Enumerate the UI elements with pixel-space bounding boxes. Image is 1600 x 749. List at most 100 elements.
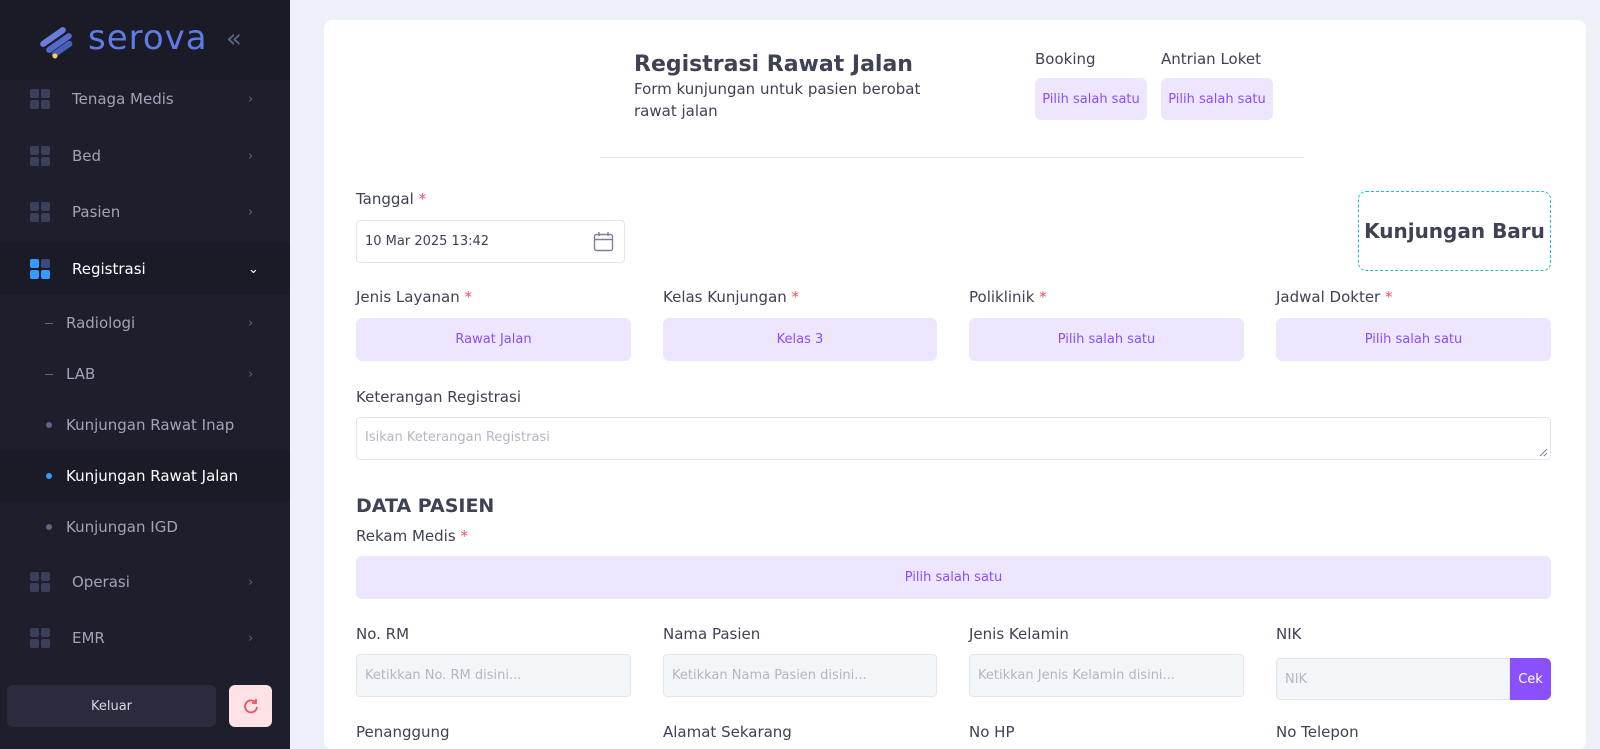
booking-select[interactable]: Pilih salah satu bbox=[1035, 78, 1147, 120]
tanggal-label-text: Tanggal bbox=[356, 190, 414, 208]
rekam-medis-select[interactable]: Pilih salah satu bbox=[356, 556, 1551, 599]
kelas-kunjungan-label-text: Kelas Kunjungan bbox=[663, 288, 787, 306]
sidebar-subitem-kunjungan-igd[interactable]: Kunjungan IGD bbox=[0, 502, 290, 552]
required-mark: * bbox=[460, 527, 468, 545]
nama-pasien-label: Nama Pasien bbox=[663, 625, 761, 643]
sidebar: serova « Tenaga Medis › Bed › Pasien › R… bbox=[0, 0, 290, 749]
grid-icon bbox=[30, 258, 51, 280]
no-telepon-label: No Telepon bbox=[1276, 723, 1359, 741]
grid-icon bbox=[30, 145, 51, 167]
chevron-right-icon: › bbox=[248, 315, 254, 331]
required-mark: * bbox=[464, 288, 473, 306]
poliklinik-select[interactable]: Pilih salah satu bbox=[969, 318, 1244, 361]
jenis-layanan-label: Jenis Layanan * bbox=[356, 288, 472, 306]
sidebar-item-emr[interactable]: EMR › bbox=[0, 612, 290, 664]
refresh-button[interactable] bbox=[229, 685, 272, 727]
sidebar-subitem-radiologi[interactable]: Radiologi › bbox=[0, 298, 290, 348]
antrian-loket-label: Antrian Loket bbox=[1161, 50, 1261, 68]
jadwal-dokter-label-text: Jadwal Dokter bbox=[1276, 288, 1381, 306]
grid-icon bbox=[30, 88, 51, 110]
logo-icon bbox=[40, 27, 73, 59]
kelas-kunjungan-label: Kelas Kunjungan * bbox=[663, 288, 799, 306]
required-mark: * bbox=[418, 190, 427, 208]
sidebar-item-label: Registrasi bbox=[72, 260, 146, 278]
required-mark: * bbox=[1039, 288, 1047, 306]
no-rm-input[interactable]: Ketikkan No. RM disini... bbox=[356, 654, 631, 697]
sidebar-subitem-label: Kunjungan IGD bbox=[66, 518, 178, 536]
sidebar-subitem-label: Radiologi bbox=[66, 314, 136, 332]
page-title: Registrasi Rawat Jalan bbox=[634, 52, 913, 77]
refresh-icon bbox=[243, 699, 258, 714]
jenis-layanan-select[interactable]: Rawat Jalan bbox=[356, 318, 631, 361]
grid-icon bbox=[30, 571, 51, 593]
keterangan-textarea[interactable]: Isikan Keterangan Registrasi bbox=[356, 417, 1551, 460]
antrian-loket-select[interactable]: Pilih salah satu bbox=[1161, 78, 1273, 120]
sidebar-subitem-lab[interactable]: LAB › bbox=[0, 349, 290, 399]
poliklinik-label-text: Poliklinik bbox=[969, 288, 1035, 306]
chevron-right-icon: › bbox=[248, 630, 254, 646]
logout-button[interactable]: Keluar bbox=[7, 685, 216, 727]
dash-icon bbox=[45, 322, 53, 324]
sidebar-subitem-kunjungan-rawat-jalan[interactable]: Kunjungan Rawat Jalan bbox=[0, 451, 290, 501]
sidebar-item-operasi[interactable]: Operasi › bbox=[0, 556, 290, 608]
grid-icon bbox=[30, 201, 51, 223]
chevron-right-icon: › bbox=[248, 574, 254, 590]
sidebar-collapse-button[interactable]: « bbox=[226, 24, 242, 54]
penanggung-label: Penanggung bbox=[356, 723, 450, 741]
bullet-icon bbox=[46, 473, 52, 479]
calendar-icon[interactable] bbox=[593, 231, 614, 252]
sidebar-item-bed[interactable]: Bed › bbox=[0, 130, 290, 182]
sidebar-item-label: Operasi bbox=[72, 573, 130, 591]
sidebar-subitem-label: Kunjungan Rawat Jalan bbox=[66, 467, 239, 485]
chevron-right-icon: › bbox=[248, 204, 254, 220]
chevron-right-icon: › bbox=[248, 366, 254, 382]
tanggal-label: Tanggal * bbox=[356, 190, 426, 208]
chevron-right-icon: › bbox=[248, 148, 254, 164]
kunjungan-status-badge: Kunjungan Baru bbox=[1358, 191, 1551, 271]
sidebar-item-pasien[interactable]: Pasien › bbox=[0, 186, 290, 238]
sidebar-item-label: Pasien bbox=[72, 203, 121, 221]
rekam-medis-label: Rekam Medis * bbox=[356, 527, 468, 545]
chevron-down-icon: ⌄ bbox=[248, 261, 259, 277]
header-divider bbox=[600, 157, 1304, 158]
bullet-icon bbox=[46, 524, 52, 530]
required-mark: * bbox=[791, 288, 800, 306]
no-hp-label: No HP bbox=[969, 723, 1015, 741]
sidebar-item-label: Tenaga Medis bbox=[72, 90, 174, 108]
nama-pasien-input[interactable]: Ketikkan Nama Pasien disini... bbox=[663, 654, 937, 697]
no-rm-label: No. RM bbox=[356, 625, 410, 643]
sidebar-item-tenaga-medis[interactable]: Tenaga Medis › bbox=[0, 73, 290, 125]
logo-text: serova bbox=[88, 18, 208, 58]
jadwal-dokter-select[interactable]: Pilih salah satu bbox=[1276, 318, 1551, 361]
kelas-kunjungan-select[interactable]: Kelas 3 bbox=[663, 318, 937, 361]
sidebar-item-label: Bed bbox=[72, 147, 102, 165]
sidebar-subitem-label: Kunjungan Rawat Inap bbox=[66, 416, 235, 434]
jadwal-dokter-label: Jadwal Dokter * bbox=[1276, 288, 1393, 306]
nik-label: NIK bbox=[1276, 625, 1302, 643]
sidebar-item-registrasi[interactable]: Registrasi ⌄ bbox=[0, 243, 290, 295]
grid-icon bbox=[30, 627, 51, 649]
tanggal-value: 10 Mar 2025 13:42 bbox=[365, 234, 490, 249]
keterangan-label: Keterangan Registrasi bbox=[356, 388, 521, 406]
chevron-right-icon: › bbox=[248, 91, 254, 107]
sidebar-subitem-kunjungan-rawat-inap[interactable]: Kunjungan Rawat Inap bbox=[0, 400, 290, 450]
dash-icon bbox=[45, 373, 53, 375]
sidebar-item-label: EMR bbox=[72, 629, 105, 647]
registration-card: Registrasi Rawat Jalan Form kunjungan un… bbox=[324, 20, 1586, 749]
alamat-sekarang-label: Alamat Sekarang bbox=[663, 723, 792, 741]
resize-handle-icon[interactable] bbox=[1539, 448, 1548, 457]
jenis-kelamin-input[interactable]: Ketikkan Jenis Kelamin disini... bbox=[969, 654, 1244, 697]
keterangan-placeholder: Isikan Keterangan Registrasi bbox=[365, 430, 550, 445]
sidebar-subitem-label: LAB bbox=[66, 365, 96, 383]
nik-input[interactable]: NIK bbox=[1276, 658, 1510, 700]
jenis-layanan-label-text: Jenis Layanan bbox=[356, 288, 460, 306]
data-pasien-title: DATA PASIEN bbox=[356, 495, 495, 517]
tanggal-input[interactable]: 10 Mar 2025 13:42 bbox=[356, 220, 625, 263]
page-subtitle: Form kunjungan untuk pasien berobat rawa… bbox=[634, 80, 921, 120]
bullet-icon bbox=[46, 422, 52, 428]
logo-area: serova « bbox=[0, 0, 290, 80]
required-mark: * bbox=[1385, 288, 1393, 306]
poliklinik-label: Poliklinik * bbox=[969, 288, 1047, 306]
cek-nik-button[interactable]: Cek bbox=[1510, 658, 1551, 700]
booking-label: Booking bbox=[1035, 50, 1096, 68]
